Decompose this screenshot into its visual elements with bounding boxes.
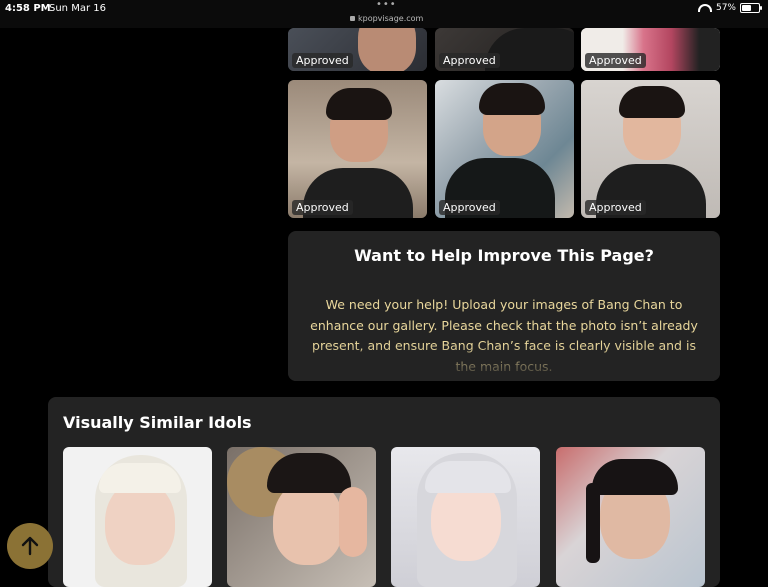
help-improve-card: Want to Help Improve This Page? We need … (288, 231, 720, 381)
approved-badge: Approved (439, 53, 500, 68)
approved-badge: Approved (292, 200, 353, 215)
photo-gallery: Approved Approved Approved Approved Appr… (288, 28, 720, 218)
gallery-photo[interactable]: Approved (581, 28, 720, 71)
battery-percent: 57% (715, 3, 736, 13)
idol-card[interactable] (227, 447, 376, 587)
status-time: 4:58 PM (5, 3, 51, 14)
multitasking-dots-icon[interactable]: ••• (376, 0, 397, 10)
arrow-up-icon (21, 536, 39, 556)
url-text: kpopvisage.com (358, 14, 424, 23)
scroll-to-top-button[interactable] (7, 523, 53, 569)
gallery-photo[interactable]: Approved (288, 28, 427, 71)
similar-idols-section: Visually Similar Idols (48, 397, 720, 587)
gallery-photo[interactable]: Approved (288, 80, 427, 218)
wifi-icon (697, 4, 712, 12)
lock-icon (350, 16, 355, 21)
status-bar: 4:58 PM Sun Mar 16 ••• kpopvisage.com 57… (0, 0, 768, 28)
approved-badge: Approved (439, 200, 500, 215)
address-bar[interactable]: kpopvisage.com (350, 14, 423, 23)
text-fade (288, 345, 720, 381)
gallery-photo[interactable]: Approved (435, 80, 574, 218)
idol-card[interactable] (556, 447, 705, 587)
gallery-photo[interactable]: Approved (581, 80, 720, 218)
help-title: Want to Help Improve This Page? (354, 246, 654, 265)
similar-title: Visually Similar Idols (63, 413, 252, 432)
status-indicators: 57% (697, 3, 762, 13)
approved-badge: Approved (585, 200, 646, 215)
battery-icon (740, 3, 762, 13)
approved-badge: Approved (292, 53, 353, 68)
idol-card[interactable] (391, 447, 540, 587)
idol-card[interactable] (63, 447, 212, 587)
gallery-photo[interactable]: Approved (435, 28, 574, 71)
approved-badge: Approved (585, 53, 646, 68)
status-date: Sun Mar 16 (49, 3, 106, 14)
